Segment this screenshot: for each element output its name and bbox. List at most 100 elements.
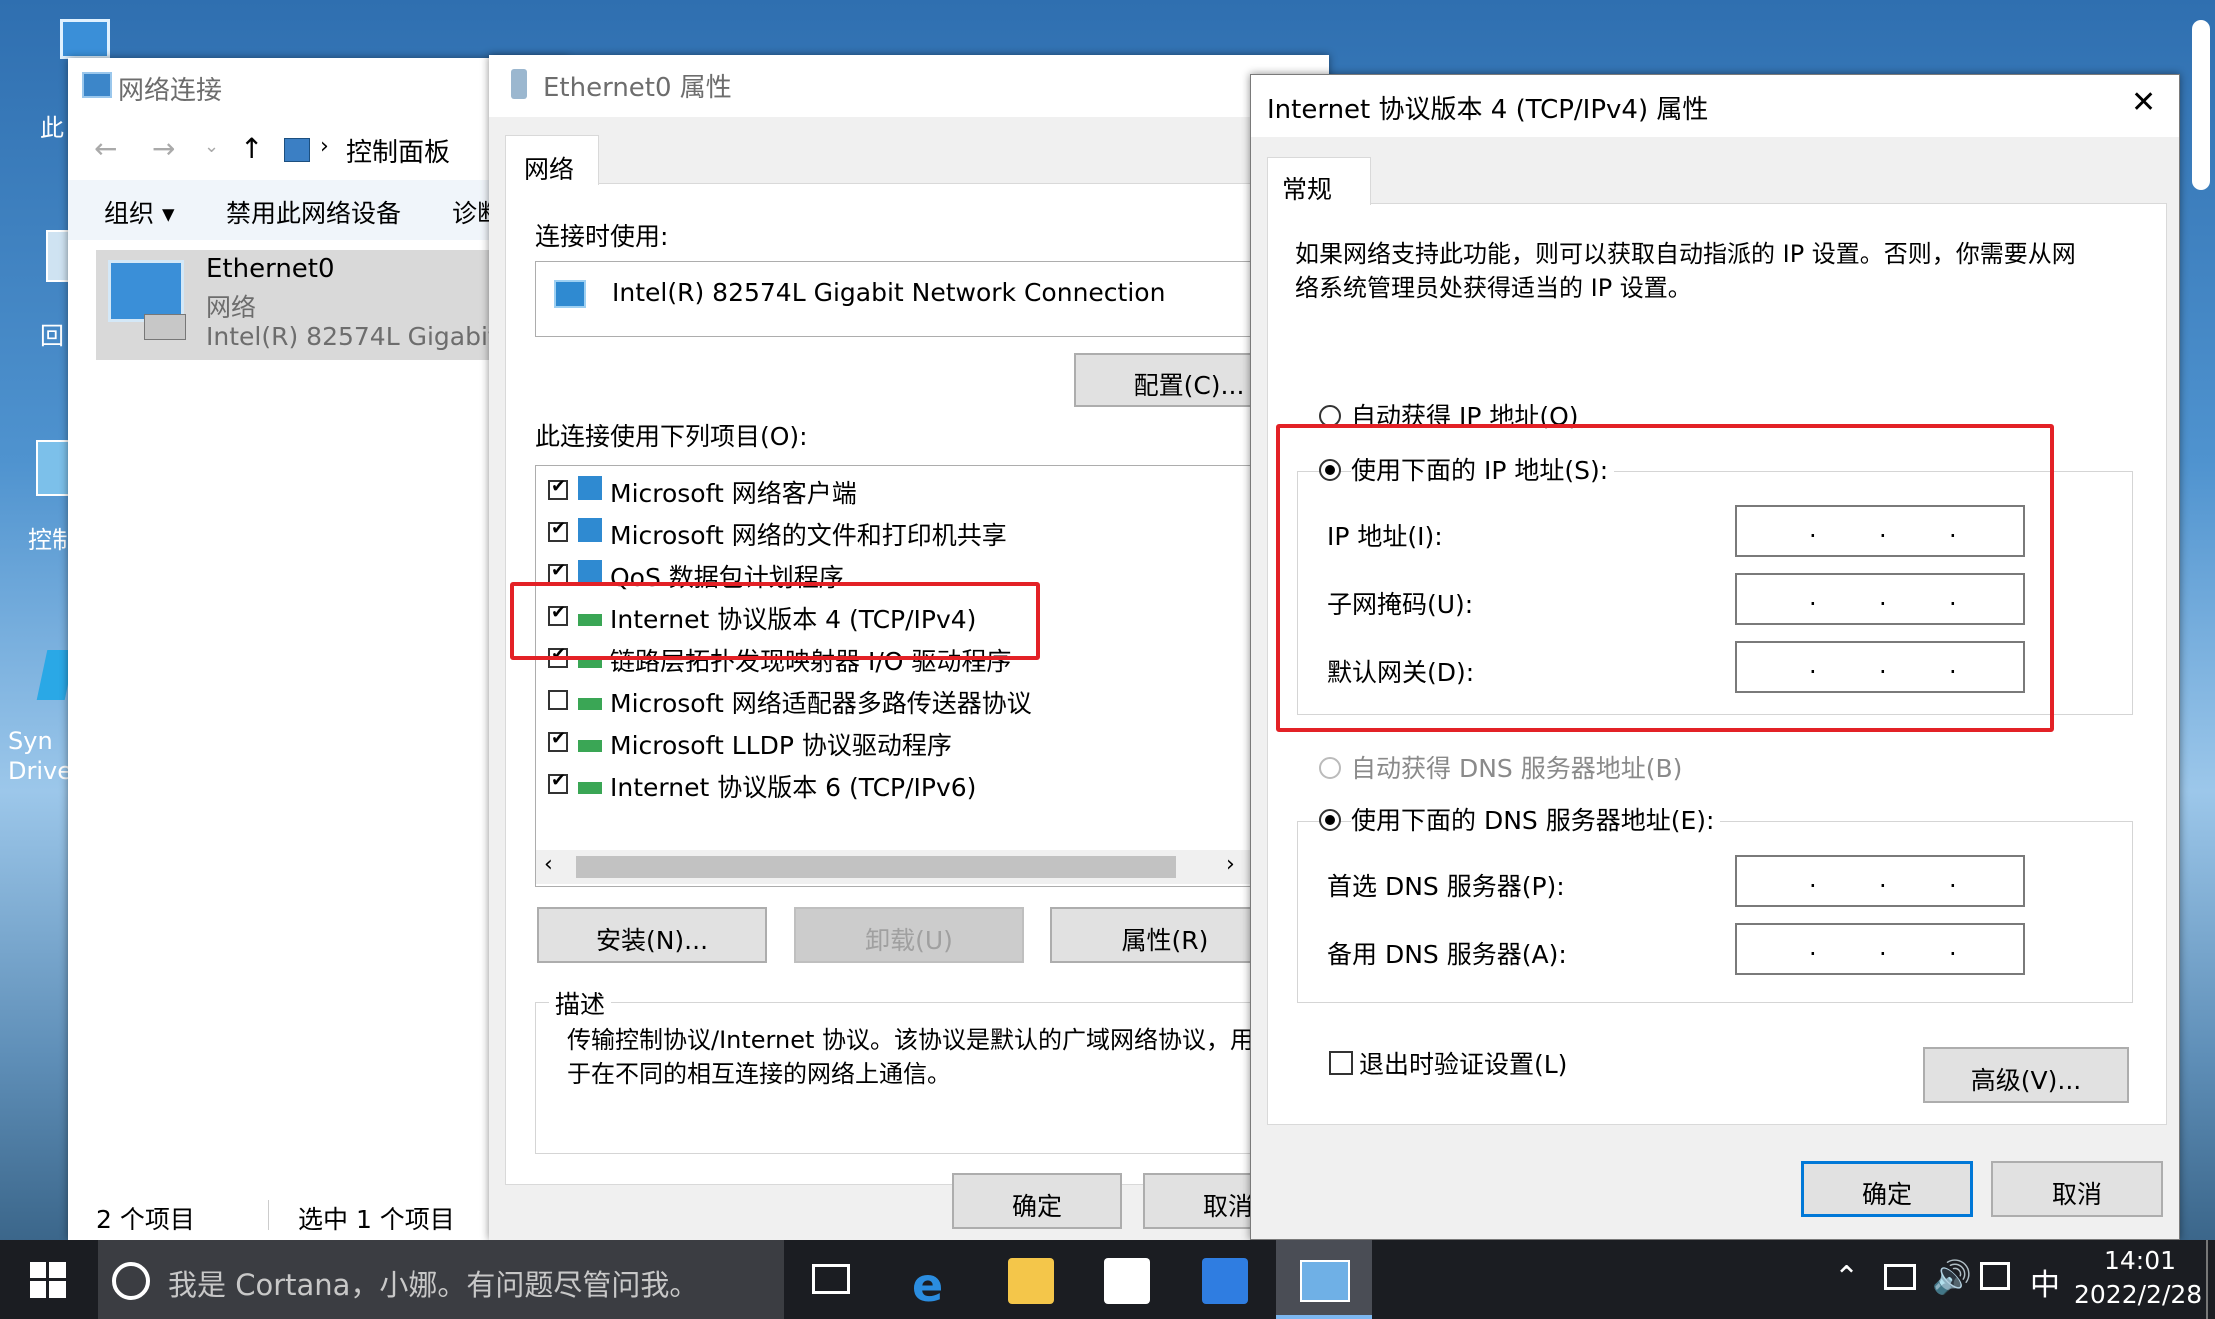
ok-button[interactable]: 确定 bbox=[952, 1173, 1122, 1229]
pdns-dot-3: . bbox=[1949, 865, 1957, 893]
auto-dns-label[interactable]: 自动获得 DNS 服务器地址(B) bbox=[1351, 749, 1682, 785]
network-cable-icon bbox=[144, 314, 186, 340]
tab-network[interactable]: 网络 bbox=[505, 135, 599, 185]
forward-arrow-icon[interactable]: → bbox=[152, 132, 175, 165]
items-list: Microsoft 网络客户端Microsoft 网络的文件和打印机共享QoS … bbox=[535, 465, 1327, 887]
breadcrumb-folder-icon bbox=[284, 138, 310, 162]
toolbar-disable-device[interactable]: 禁用此网络设备 bbox=[226, 194, 401, 230]
cancel-button[interactable]: 取消 bbox=[1991, 1161, 2163, 1217]
component-list-item[interactable]: Microsoft 网络适配器多路传送器协议 bbox=[536, 680, 1326, 720]
feishu-icon[interactable] bbox=[1202, 1258, 1248, 1304]
uninstall-button[interactable]: 卸载(U) bbox=[794, 907, 1024, 963]
protocol-icon bbox=[578, 740, 602, 752]
desktop-scroll-indicator bbox=[2192, 20, 2210, 190]
validate-on-exit-label[interactable]: 退出时验证设置(L) bbox=[1359, 1045, 1567, 1081]
connect-using-label: 连接时使用: bbox=[535, 222, 669, 251]
desktop-icon-label-this-pc: 此 bbox=[40, 114, 64, 142]
network-component-icon bbox=[578, 560, 602, 584]
desktop-icon-label-syn: Syn Drive bbox=[8, 727, 72, 785]
highlight-manual-ip-group bbox=[1276, 424, 2054, 732]
volume-icon[interactable]: 🔊 bbox=[1932, 1258, 1972, 1296]
status-selected: 选中 1 个项目 bbox=[298, 1205, 455, 1234]
component-checkbox[interactable] bbox=[548, 518, 568, 542]
ok-button[interactable]: 确定 bbox=[1801, 1161, 1973, 1217]
network-connections-icon bbox=[82, 72, 112, 98]
component-checkbox[interactable] bbox=[548, 770, 568, 794]
component-checkbox[interactable] bbox=[548, 560, 568, 584]
status-item-count: 2 个项目 bbox=[96, 1205, 195, 1234]
pdns-dot-2: . bbox=[1879, 865, 1887, 893]
description-label: 描述 bbox=[549, 985, 612, 1021]
auto-dns-radio[interactable] bbox=[1319, 757, 1341, 779]
manual-dns-radio[interactable] bbox=[1319, 809, 1341, 831]
component-label: Microsoft LLDP 协议驱动程序 bbox=[610, 731, 952, 760]
preferred-dns-input[interactable]: . . . bbox=[1735, 855, 2025, 907]
breadcrumb-separator-icon: › bbox=[320, 134, 329, 159]
connection-adapter: Intel(R) 82574L Gigabit N bbox=[206, 322, 525, 351]
install-button[interactable]: 安装(N)... bbox=[537, 907, 767, 963]
desktop-icon-synology-drive[interactable] bbox=[32, 650, 76, 710]
network-component-icon bbox=[578, 476, 602, 500]
component-list-item[interactable]: Microsoft 网络客户端 bbox=[536, 470, 1326, 510]
dialog-title: Internet 协议版本 4 (TCP/IPv4) 属性 bbox=[1267, 95, 1709, 125]
component-checkbox[interactable] bbox=[548, 728, 568, 752]
store-icon[interactable] bbox=[1104, 1258, 1150, 1304]
component-label: Microsoft 网络客户端 bbox=[610, 479, 857, 508]
highlight-ipv4-item bbox=[510, 582, 1040, 660]
taskbar: 我是 Cortana，小娜。有问题尽管问我。 e ⌃ 🔊 中 14:01 202… bbox=[0, 1240, 2215, 1319]
task-view-icon[interactable] bbox=[812, 1264, 850, 1294]
cortana-search-text: 我是 Cortana，小娜。有问题尽管问我。 bbox=[168, 1268, 699, 1302]
back-arrow-icon[interactable]: ← bbox=[94, 132, 117, 165]
items-label: 此连接使用下列项目(O): bbox=[535, 422, 808, 451]
component-checkbox[interactable] bbox=[548, 690, 568, 710]
monitor-icon bbox=[60, 19, 110, 59]
show-hidden-icons-chevron-icon[interactable]: ⌃ bbox=[1834, 1260, 1859, 1295]
intro-text: 如果网络支持此功能，则可以获取自动指派的 IP 设置。否则，你需要从网 络系统管… bbox=[1295, 240, 2076, 302]
active-window-tab[interactable] bbox=[1276, 1240, 1372, 1319]
status-divider bbox=[268, 1200, 269, 1230]
scrollbar-thumb[interactable] bbox=[576, 856, 1176, 878]
cortana-search-box[interactable]: 我是 Cortana，小娜。有问题尽管问我。 bbox=[98, 1240, 784, 1319]
preferred-dns-label: 首选 DNS 服务器(P): bbox=[1327, 872, 1565, 901]
alternate-dns-input[interactable]: . . . bbox=[1735, 923, 2025, 975]
toolbar-organize[interactable]: 组织 ▾ bbox=[104, 194, 175, 230]
scroll-left-arrow-icon[interactable]: ‹ bbox=[544, 852, 553, 877]
up-arrow-icon[interactable]: ↑ bbox=[240, 132, 263, 165]
start-windows-icon[interactable] bbox=[30, 1262, 66, 1298]
advanced-button[interactable]: 高级(V)... bbox=[1923, 1047, 2129, 1103]
component-checkbox[interactable] bbox=[548, 476, 568, 500]
breadcrumb[interactable]: 控制面板 bbox=[346, 132, 450, 169]
active-indicator bbox=[1276, 1315, 1372, 1319]
connection-name: Ethernet0 bbox=[206, 254, 335, 284]
notifications-icon[interactable] bbox=[1980, 1262, 2010, 1290]
pdns-dot-1: . bbox=[1809, 865, 1817, 893]
ethernet-title-icon bbox=[511, 69, 527, 99]
close-icon[interactable]: ✕ bbox=[2131, 85, 2156, 120]
adapter-box: Intel(R) 82574L Gigabit Network Connecti… bbox=[535, 261, 1317, 337]
network-tray-icon[interactable] bbox=[1884, 1264, 1916, 1290]
horizontal-scrollbar[interactable]: ‹ › bbox=[536, 850, 1326, 884]
component-list-item[interactable]: Microsoft LLDP 协议驱动程序 bbox=[536, 722, 1326, 762]
validate-on-exit-checkbox[interactable] bbox=[1329, 1051, 1353, 1075]
edge-icon[interactable]: e bbox=[912, 1258, 943, 1312]
adns-dot-1: . bbox=[1809, 933, 1817, 961]
component-list-item[interactable]: Internet 协议版本 6 (TCP/IPv6) bbox=[536, 764, 1326, 804]
clock-date[interactable]: 2022/2/28 bbox=[2074, 1280, 2202, 1309]
file-explorer-icon[interactable] bbox=[1008, 1258, 1054, 1304]
recent-chevron-icon[interactable]: ⌄ bbox=[204, 136, 219, 157]
tab-general[interactable]: 常规 bbox=[1267, 157, 1371, 205]
protocol-icon bbox=[578, 698, 602, 710]
adns-dot-2: . bbox=[1879, 933, 1887, 961]
adapter-icon bbox=[554, 280, 586, 308]
window-title: 网络连接 bbox=[118, 76, 223, 106]
scroll-right-arrow-icon[interactable]: › bbox=[1226, 852, 1235, 877]
manual-dns-label[interactable]: 使用下面的 DNS 服务器地址(E): bbox=[1351, 801, 1721, 837]
properties-button[interactable]: 属性(R) bbox=[1050, 907, 1280, 963]
show-desktop-button[interactable] bbox=[2206, 1240, 2208, 1319]
desktop-icon-recycle-bin[interactable] bbox=[38, 220, 76, 290]
clock-time[interactable]: 14:01 bbox=[2104, 1246, 2176, 1275]
ime-indicator[interactable]: 中 bbox=[2030, 1260, 2060, 1304]
component-list-item[interactable]: Microsoft 网络的文件和打印机共享 bbox=[536, 512, 1326, 552]
desktop-icon-control-panel[interactable] bbox=[32, 440, 74, 500]
adns-dot-3: . bbox=[1949, 933, 1957, 961]
